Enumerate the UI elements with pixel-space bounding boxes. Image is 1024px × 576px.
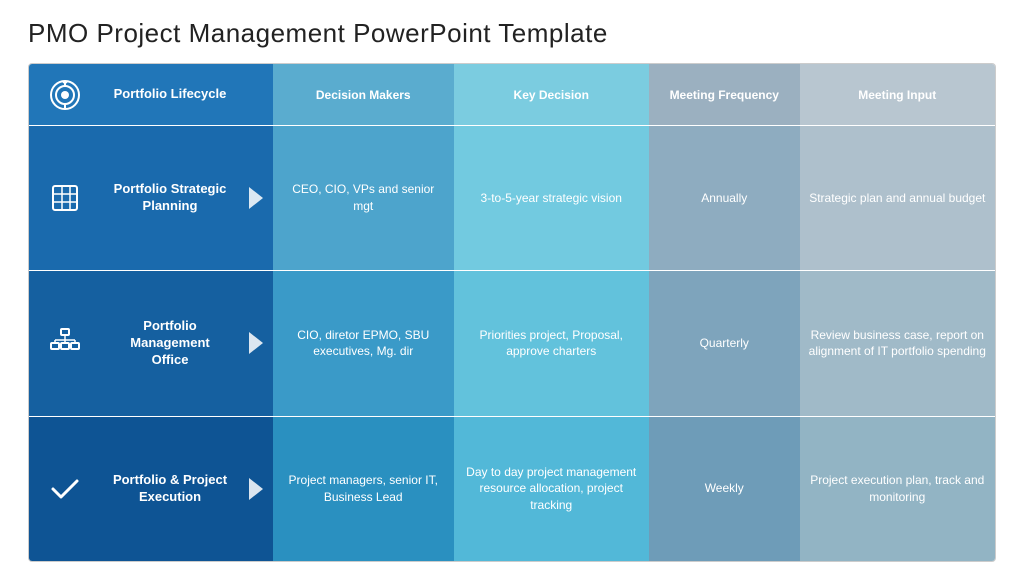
row2-input-col: Review business case, report on alignmen… xyxy=(800,271,995,415)
header-makers-col: Decision Makers xyxy=(273,64,454,125)
header-decision-label: Key Decision xyxy=(514,88,589,102)
row3-decision-text: Day to day project management resource a… xyxy=(462,464,641,514)
table-header-row: Portfolio Lifecycle Decision Makers Key … xyxy=(29,64,995,126)
row3-name-col: Portfolio & Project Execution xyxy=(101,417,239,561)
row3-decision-col: Day to day project management resource a… xyxy=(454,417,649,561)
row3-input-col: Project execution plan, track and monito… xyxy=(800,417,995,561)
row3-arrow-col xyxy=(239,417,273,561)
row2-input-text: Review business case, report on alignmen… xyxy=(808,327,987,361)
table-row: Portfolio Strategic Planning CEO, CIO, V… xyxy=(29,126,995,271)
header-lifecycle-label: Portfolio Lifecycle xyxy=(114,86,227,103)
header-freq-label: Meeting Frequency xyxy=(670,88,779,102)
row3-check-icon xyxy=(47,471,83,507)
row2-freq-text: Quarterly xyxy=(700,335,749,352)
row2-freq-col: Quarterly xyxy=(649,271,800,415)
row1-name-label: Portfolio Strategic Planning xyxy=(111,181,229,215)
header-target-icon xyxy=(47,77,83,113)
table-row: Portfolio Management Office CIO, diretor… xyxy=(29,271,995,416)
row2-name-label: Portfolio Management Office xyxy=(111,318,229,369)
row1-freq-text: Annually xyxy=(701,190,747,207)
row2-org-icon xyxy=(47,325,83,361)
header-makers-label: Decision Makers xyxy=(316,88,411,102)
row2-arrow-icon xyxy=(249,332,263,354)
row1-input-col: Strategic plan and annual budget xyxy=(800,126,995,270)
header-name-col: Portfolio Lifecycle xyxy=(101,64,239,125)
row3-freq-col: Weekly xyxy=(649,417,800,561)
header-input-label: Meeting Input xyxy=(858,88,936,102)
row2-icon-col xyxy=(29,271,101,415)
row1-decision-col: 3-to-5-year strategic vision xyxy=(454,126,649,270)
header-decision-col: Key Decision xyxy=(454,64,649,125)
header-icon-col xyxy=(29,64,101,125)
row2-decision-col: Priorities project, Proposal, approve ch… xyxy=(454,271,649,415)
row2-makers-col: CIO, diretor EPMO, SBU executives, Mg. d… xyxy=(273,271,454,415)
row1-icon-col xyxy=(29,126,101,270)
row1-makers-col: CEO, CIO, VPs and senior mgt xyxy=(273,126,454,270)
row2-decision-text: Priorities project, Proposal, approve ch… xyxy=(462,327,641,361)
row3-freq-text: Weekly xyxy=(705,480,744,497)
row1-arrow-icon xyxy=(249,187,263,209)
page-title: PMO Project Management PowerPoint Templa… xyxy=(28,18,996,49)
row3-input-text: Project execution plan, track and monito… xyxy=(808,472,987,506)
row3-arrow-icon xyxy=(249,478,263,500)
row1-freq-col: Annually xyxy=(649,126,800,270)
header-freq-col: Meeting Frequency xyxy=(649,64,800,125)
table-row: Portfolio & Project Execution Project ma… xyxy=(29,417,995,561)
header-arrow-col xyxy=(239,64,273,125)
row1-makers-text: CEO, CIO, VPs and senior mgt xyxy=(281,181,446,215)
row1-name-col: Portfolio Strategic Planning xyxy=(101,126,239,270)
row3-makers-text: Project managers, senior IT, Business Le… xyxy=(281,472,446,506)
row1-decision-text: 3-to-5-year strategic vision xyxy=(481,190,622,207)
main-table: Portfolio Lifecycle Decision Makers Key … xyxy=(28,63,996,562)
row3-makers-col: Project managers, senior IT, Business Le… xyxy=(273,417,454,561)
row1-arrow-col xyxy=(239,126,273,270)
header-input-col: Meeting Input xyxy=(800,64,995,125)
row3-name-label: Portfolio & Project Execution xyxy=(111,472,229,506)
row1-grid-icon xyxy=(47,180,83,216)
row2-makers-text: CIO, diretor EPMO, SBU executives, Mg. d… xyxy=(281,327,446,361)
row2-name-col: Portfolio Management Office xyxy=(101,271,239,415)
row1-input-text: Strategic plan and annual budget xyxy=(809,190,985,207)
row3-icon-col xyxy=(29,417,101,561)
row2-arrow-col xyxy=(239,271,273,415)
page: PMO Project Management PowerPoint Templa… xyxy=(0,0,1024,576)
